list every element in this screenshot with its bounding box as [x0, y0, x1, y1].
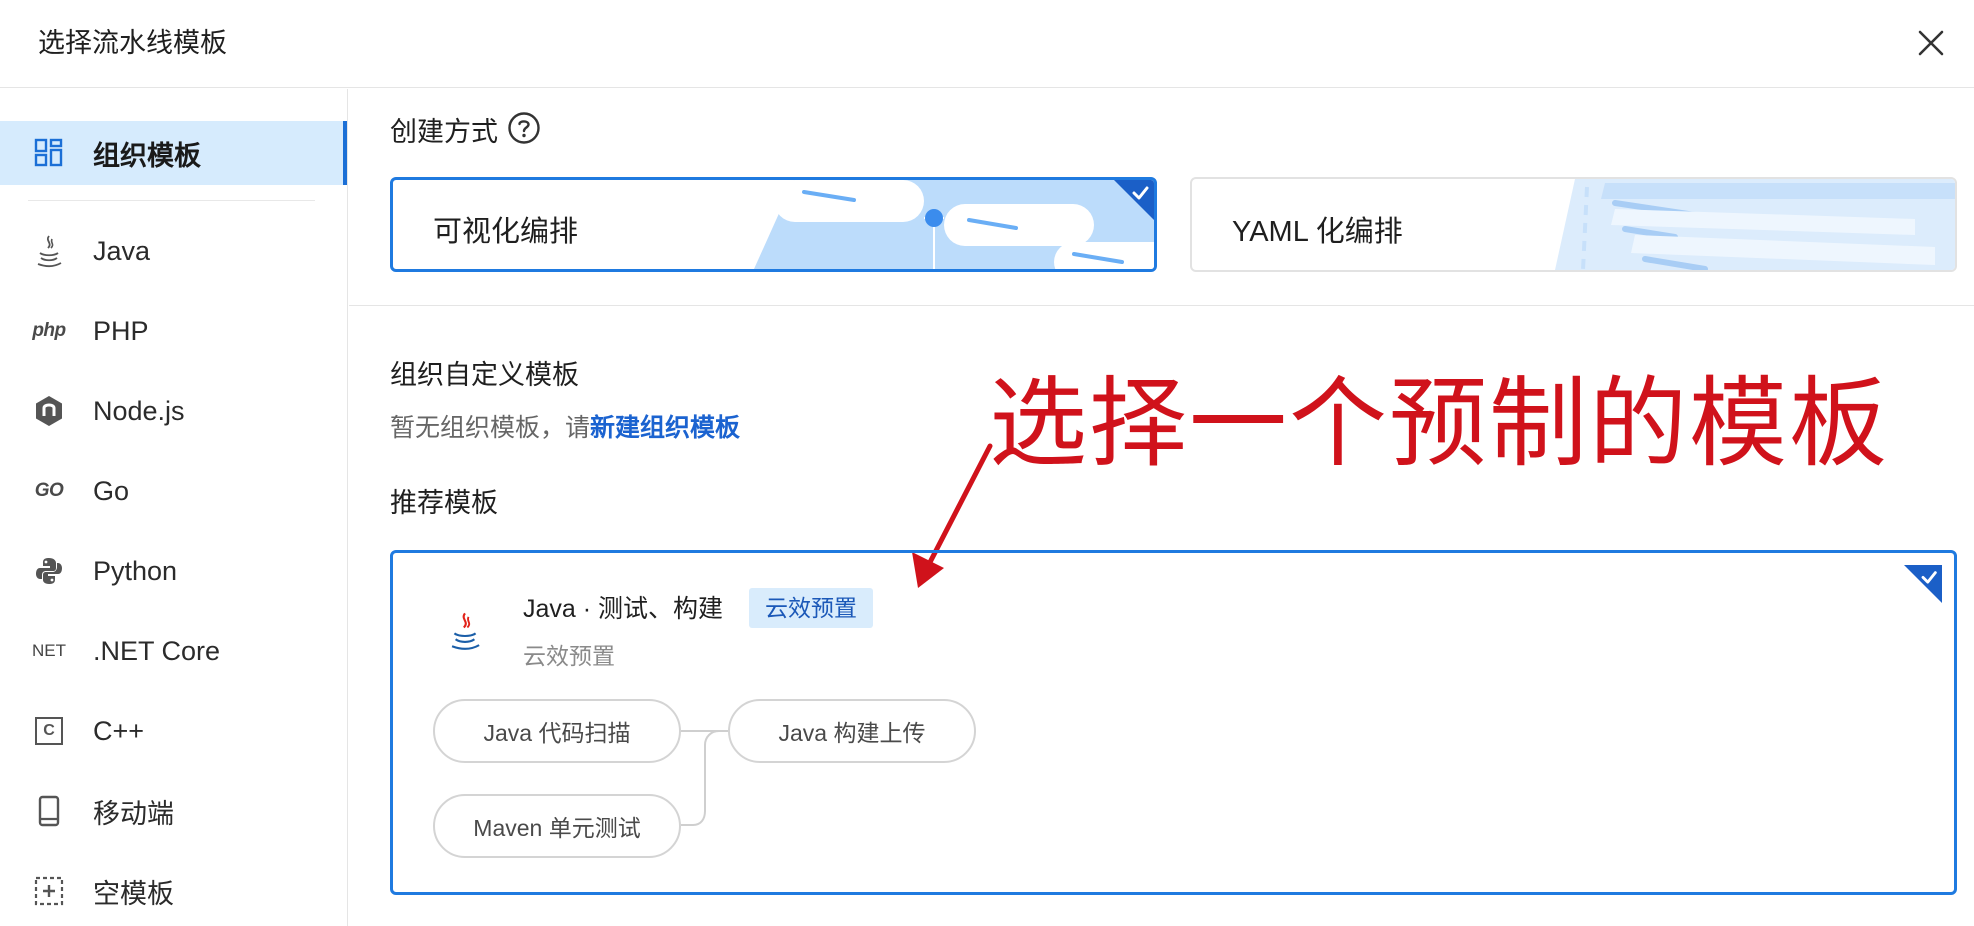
close-icon [1918, 30, 1944, 56]
cpp-icon-letter: C [35, 717, 63, 745]
sidebar-item-dotnet[interactable]: NET .NET Core [0, 619, 347, 683]
java-icon [451, 612, 480, 650]
dialog-title: 选择流水线模板 [38, 28, 227, 58]
close-button[interactable] [1908, 20, 1954, 66]
sidebar-item-label: 组织模板 [93, 140, 201, 171]
sidebar-divider [28, 200, 315, 201]
sidebar-item-cpp[interactable]: C C++ [0, 699, 347, 763]
sidebar-item-label: Node.js [93, 395, 185, 426]
selected-check-icon [1114, 180, 1154, 220]
template-subtitle: 云效预置 [523, 643, 615, 669]
sidebar-item-label: C++ [93, 715, 145, 746]
grid-icon [30, 134, 68, 172]
stage-java-code-scan: Java 代码扫描 [433, 699, 681, 763]
sidebar-item-java[interactable]: Java [0, 219, 347, 283]
sidebar-item-python[interactable]: Python [0, 539, 347, 603]
annotation-text: 选择一个预制的模板 [989, 367, 1890, 481]
cpp-icon: C [30, 712, 68, 750]
org-templates-label: 组织自定义模板 [390, 360, 579, 390]
template-badge: 云效预置 [749, 588, 873, 628]
go-icon: GO [34, 480, 64, 501]
template-category-sidebar: 组织模板 Java php PHP Node.js GO Go Python N… [0, 89, 348, 926]
dialog-header: 选择流水线模板 [0, 0, 1974, 88]
empty-tip-text: 暂无组织模板，请 [390, 414, 591, 442]
sidebar-item-label: Go [93, 475, 130, 506]
create-mode-label: 创建方式 [390, 117, 498, 147]
stage-java-build-upload: Java 构建上传 [728, 699, 976, 763]
sidebar-item-label: .NET Core [93, 635, 221, 666]
sidebar-item-nodejs[interactable]: Node.js [0, 379, 347, 443]
help-icon[interactable] [507, 111, 541, 145]
selected-check-icon [1904, 565, 1942, 603]
yaml-mode-label: YAML 化编排 [1232, 216, 1403, 248]
sidebar-item-org-templates[interactable]: 组织模板 [0, 121, 347, 185]
sidebar-item-label: PHP [93, 315, 149, 346]
sidebar-item-label: 移动端 [93, 798, 174, 829]
dotnet-icon: NET [32, 641, 66, 660]
nodejs-icon [30, 392, 68, 430]
mobile-icon [30, 792, 68, 830]
php-icon: php [32, 320, 66, 341]
sidebar-item-mobile[interactable]: 移动端 [0, 779, 347, 843]
python-icon [30, 552, 68, 590]
java-icon [30, 232, 68, 270]
visual-mode-card[interactable]: 可视化编排 [390, 177, 1157, 272]
org-templates-empty-tip: 暂无组织模板，请新建组织模板 [390, 408, 740, 444]
template-card-java-test-build[interactable]: Java · 测试、构建 云效预置 云效预置 Java 代码扫描 Maven 单… [390, 550, 1957, 895]
visual-mode-illustration [754, 180, 1154, 269]
sidebar-item-php[interactable]: php PHP [0, 299, 347, 363]
sidebar-item-go[interactable]: GO Go [0, 459, 347, 523]
yaml-mode-card[interactable]: YAML 化编排 [1190, 177, 1957, 272]
sidebar-item-empty-template[interactable]: 空模板 [0, 859, 347, 923]
yaml-mode-illustration [1555, 179, 1955, 270]
visual-mode-label: 可视化编排 [433, 216, 579, 248]
create-org-template-link[interactable]: 新建组织模板 [590, 414, 740, 442]
sidebar-item-label: Python [93, 555, 178, 586]
template-name: Java · 测试、构建 [523, 595, 724, 623]
sidebar-item-label: Java [93, 235, 151, 266]
recommended-label: 推荐模板 [390, 488, 498, 518]
empty-template-icon [30, 872, 68, 910]
section-divider [349, 305, 1974, 306]
stage-maven-unit-test: Maven 单元测试 [433, 794, 681, 858]
sidebar-item-label: 空模板 [93, 878, 174, 909]
